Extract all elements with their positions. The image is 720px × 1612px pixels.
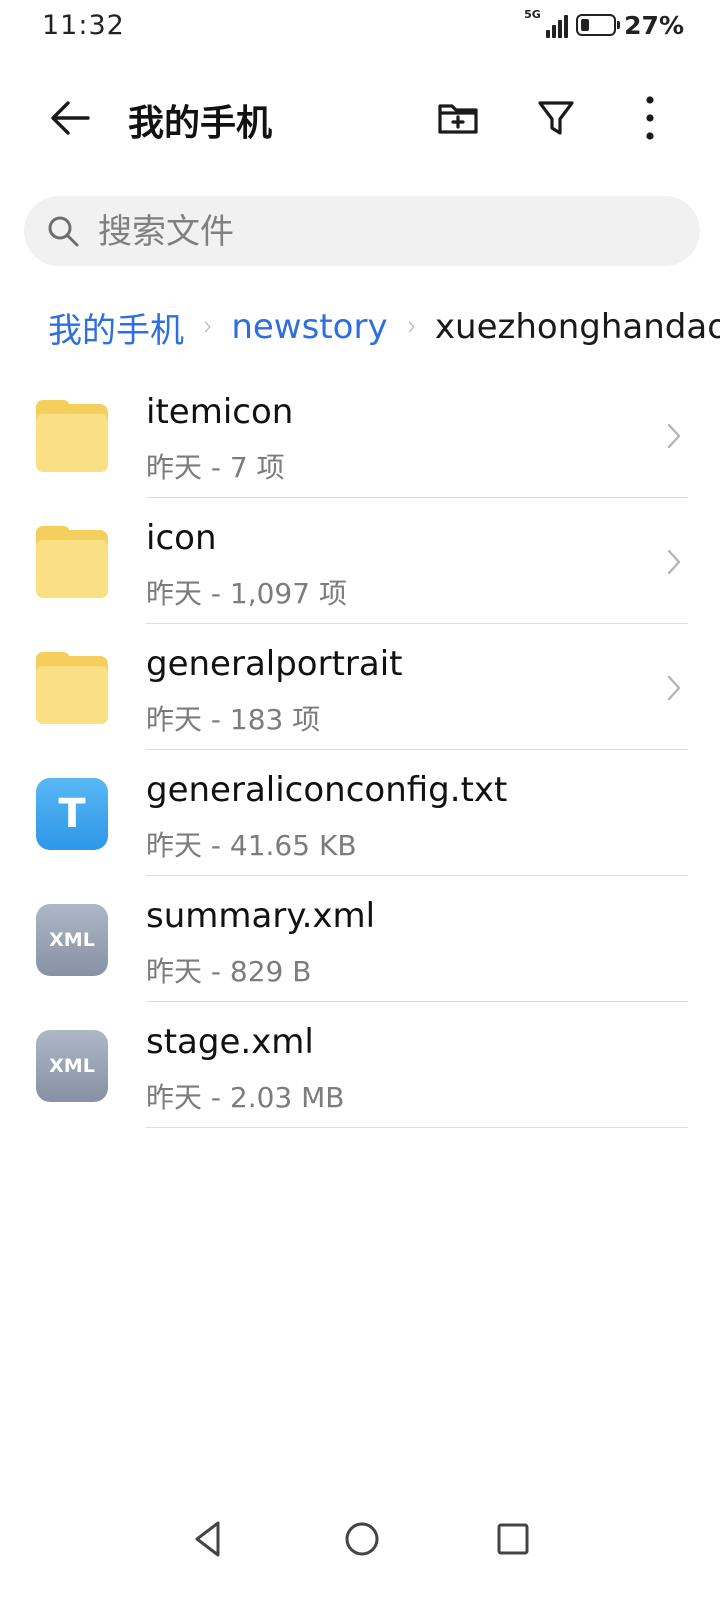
chevron-right-icon bbox=[667, 675, 681, 701]
breadcrumb-item-newstory[interactable]: newstory bbox=[231, 307, 387, 347]
app-bar: 我的手机 bbox=[0, 76, 720, 160]
folder-icon bbox=[36, 400, 108, 472]
more-options-button[interactable] bbox=[626, 94, 674, 142]
more-vert-icon bbox=[646, 96, 654, 140]
folder-icon bbox=[36, 652, 108, 724]
file-row-xml[interactable]: XML stage.xml 昨天 - 2.03 MB bbox=[0, 1002, 720, 1128]
file-meta: 昨天 - 1,097 项 bbox=[146, 577, 347, 610]
search-icon bbox=[48, 216, 79, 247]
network-type: 5G bbox=[524, 8, 541, 21]
text-file-icon: T bbox=[36, 778, 108, 850]
breadcrumb-item-current: xuezhonghandao bbox=[434, 307, 720, 347]
back-button[interactable] bbox=[46, 94, 94, 142]
xml-file-icon: XML bbox=[36, 904, 108, 976]
search-bar[interactable] bbox=[24, 196, 700, 268]
file-list: itemicon 昨天 - 7 项 icon 昨天 - 1,097 项 gene… bbox=[0, 372, 720, 1128]
signal-icon: 5G bbox=[524, 8, 569, 40]
new-folder-button[interactable] bbox=[434, 94, 482, 142]
status-time: 11:32 bbox=[42, 10, 125, 41]
battery-percent: 27% bbox=[624, 10, 684, 40]
file-row-folder[interactable]: icon 昨天 - 1,097 项 bbox=[0, 498, 720, 624]
folder-icon bbox=[36, 526, 108, 598]
status-bar: 11:32 5G 27% bbox=[0, 0, 720, 56]
filter-icon bbox=[538, 101, 574, 135]
file-name: itemicon bbox=[146, 392, 294, 432]
file-name: summary.xml bbox=[146, 896, 376, 936]
file-name: generalportrait bbox=[146, 644, 403, 684]
file-row-txt[interactable]: T generaliconconfig.txt 昨天 - 41.65 KB bbox=[0, 750, 720, 876]
status-indicators: 5G 27% bbox=[524, 8, 684, 40]
arrow-left-icon bbox=[51, 101, 90, 135]
file-name: generaliconconfig.txt bbox=[146, 770, 508, 810]
file-meta: 昨天 - 829 B bbox=[146, 955, 312, 988]
search-input[interactable] bbox=[96, 196, 680, 268]
breadcrumb: 我的手机 newstory xuezhonghandao bbox=[48, 302, 720, 352]
nav-back-button[interactable] bbox=[184, 1514, 234, 1564]
nav-back-icon bbox=[195, 1521, 220, 1557]
file-meta: 昨天 - 41.65 KB bbox=[146, 829, 357, 862]
battery-icon bbox=[576, 14, 621, 36]
file-row-xml[interactable]: XML summary.xml 昨天 - 829 B bbox=[0, 876, 720, 1002]
chevron-right-icon bbox=[667, 549, 681, 575]
nav-home-button[interactable] bbox=[337, 1514, 387, 1564]
chevron-right-icon bbox=[204, 321, 211, 333]
file-name: icon bbox=[146, 518, 217, 558]
breadcrumb-item-root[interactable]: 我的手机 bbox=[48, 303, 184, 352]
file-meta: 昨天 - 7 项 bbox=[146, 451, 285, 484]
xml-file-icon: XML bbox=[36, 1030, 108, 1102]
file-meta: 昨天 - 183 项 bbox=[146, 703, 321, 736]
chevron-right-icon bbox=[667, 423, 681, 449]
file-meta: 昨天 - 2.03 MB bbox=[146, 1081, 345, 1114]
chevron-right-icon bbox=[408, 321, 414, 333]
file-name: stage.xml bbox=[146, 1022, 314, 1062]
nav-home-icon bbox=[345, 1522, 379, 1556]
nav-recents-button[interactable] bbox=[488, 1514, 538, 1564]
row-divider bbox=[146, 1126, 688, 1128]
page-title: 我的手机 bbox=[128, 103, 273, 144]
nav-recents-icon bbox=[497, 1523, 529, 1555]
file-row-folder[interactable]: itemicon 昨天 - 7 项 bbox=[0, 372, 720, 498]
file-row-folder[interactable]: generalportrait 昨天 - 183 项 bbox=[0, 624, 720, 750]
filter-button[interactable] bbox=[532, 94, 580, 142]
system-nav-bar bbox=[0, 1500, 720, 1580]
folder-plus-icon bbox=[438, 104, 478, 134]
